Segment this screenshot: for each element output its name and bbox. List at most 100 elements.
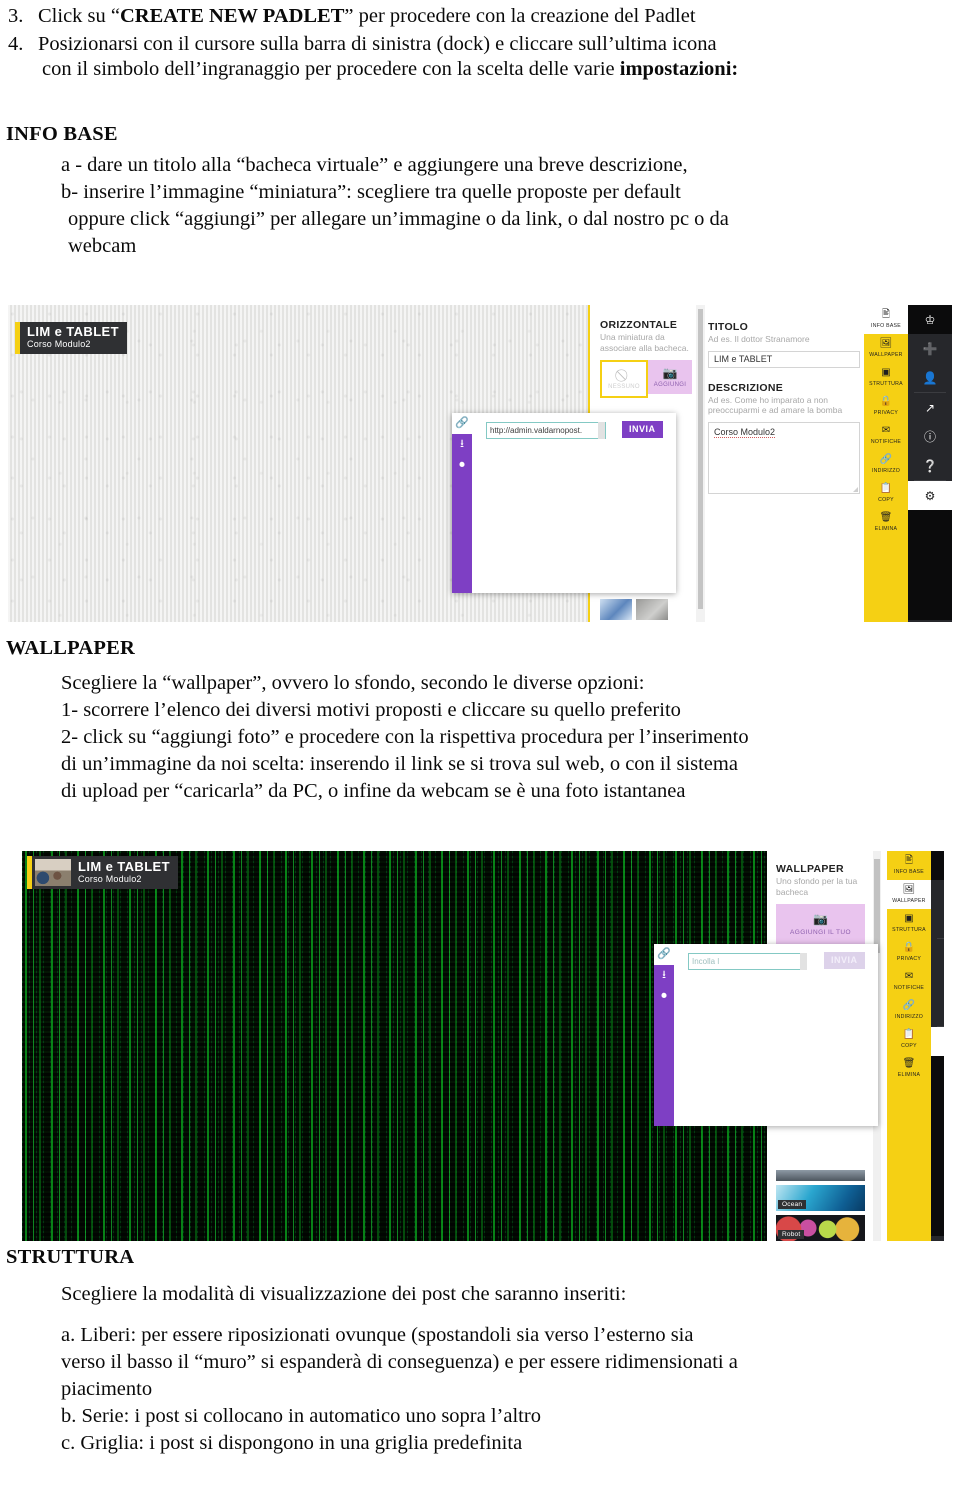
rail-item-wallpaper[interactable]: 🖼 WALLPAPER xyxy=(864,334,908,363)
rail-item-privacy[interactable]: 🔒 PRIVACY xyxy=(864,392,908,421)
titolo-label: TITOLO xyxy=(708,321,749,333)
link-url-input[interactable]: http://admin.valdarnopost. xyxy=(486,422,606,439)
dock2-help-icon[interactable]: ❔ xyxy=(931,997,944,1026)
step4-continuation: con il simbolo dell’ingranaggio per proc… xyxy=(42,57,956,82)
descrizione-hint: Ad es. Come ho imparato a non preoccupar… xyxy=(708,394,843,416)
link-url-input-2[interactable]: Incolla l xyxy=(688,953,806,970)
dock-gear-icon[interactable]: ⚙ xyxy=(908,481,952,510)
webcam-icon[interactable]: ⏺ xyxy=(459,455,465,476)
wallpaper-panel-subtitle: Uno sfondo per la tua bacheca xyxy=(776,876,858,897)
copy-icon: 📋 xyxy=(879,483,893,494)
dock2-filler xyxy=(931,1056,944,1236)
titolo-hint: Ad es. Il dottor Stranamore xyxy=(708,334,810,344)
wallpaper-panel-body: WALLPAPER Uno sfondo per la tua bacheca … xyxy=(776,863,865,944)
rail-item-elimina[interactable]: 🗑 ELIMINA xyxy=(864,508,908,537)
rail2-item-elimina[interactable]: 🗑 ELIMINA xyxy=(887,1054,931,1083)
image-icon: 🖼 xyxy=(902,884,916,895)
thumbnail-option-add[interactable]: 📷 AGGIUNGI xyxy=(648,360,692,394)
wallpaper-thumb-list: Ocean Robot xyxy=(776,1166,865,1241)
rail2-item-indirizzo[interactable]: 🔗 INDIRIZZO xyxy=(887,996,931,1025)
link-icon[interactable]: 🔗 xyxy=(452,413,472,434)
send-button[interactable]: INVIA xyxy=(622,421,663,438)
dock2-gear-icon[interactable]: ⚙ xyxy=(931,1027,944,1056)
upload-icon[interactable]: ⭳ xyxy=(662,965,666,986)
list-item-step3: 3. Click su “CREATE NEW PADLET” per proc… xyxy=(8,4,956,29)
descrizione-value: Corso Modulo2 xyxy=(714,426,776,438)
rail2-item-privacy[interactable]: 🔒 PRIVACY xyxy=(887,938,931,967)
dock2-crown-icon[interactable]: ♔ xyxy=(931,851,944,880)
dock-info-icon[interactable]: ⓘ xyxy=(908,422,952,451)
dock2-share-icon[interactable]: ↗ xyxy=(931,939,944,968)
rail-item-notifiche[interactable]: ✉ NOTIFICHE xyxy=(864,421,908,450)
thumbnail-option-none-label: NESSUNO xyxy=(608,383,640,390)
dock-person-icon[interactable]: 👤 xyxy=(908,363,952,392)
webcam-icon[interactable]: ⏺ xyxy=(661,986,667,1007)
camera-icon: 📷 xyxy=(813,911,828,926)
popover-rail-2: 🔗 ⭳ ⏺ xyxy=(654,944,674,1126)
rail2-label-struttura: STRUTTURA xyxy=(892,927,926,933)
upload-icon[interactable]: ⭳ xyxy=(460,434,464,455)
wallpaper-thumb-robot[interactable]: Robot xyxy=(776,1215,865,1241)
padlet-dock: ♔ ➕ 👤 ↗ ⓘ ❔ ⚙ xyxy=(908,305,952,622)
padlet-dock-2: ♔ ➕ 👤 ↗ ⓘ ❔ ⚙ xyxy=(931,851,944,1241)
link-icon[interactable]: 🔗 xyxy=(654,944,674,965)
rail-item-copy[interactable]: 📋 COPY xyxy=(864,479,908,508)
section-info-base: INFO BASE a - dare un titolo alla “bache… xyxy=(6,123,956,260)
thumbnail-preview-row xyxy=(600,599,668,620)
dock2-info-icon[interactable]: ⓘ xyxy=(931,968,944,997)
struttura-heading: STRUTTURA xyxy=(6,1246,135,1268)
copy-icon: 📋 xyxy=(902,1029,916,1040)
step3-pre: Click su “ xyxy=(38,5,120,27)
rail-item-indirizzo[interactable]: 🔗 INDIRIZZO xyxy=(864,450,908,479)
rail2-item-struttura[interactable]: ▣ STRUTTURA xyxy=(887,909,931,938)
titolo-input[interactable]: LIM e TABLET xyxy=(708,350,860,368)
trash-icon: 🗑 xyxy=(902,1058,916,1069)
panel-scrollbar-thumb[interactable] xyxy=(698,309,703,609)
thumbnail-option-none[interactable]: ⃠ NESSUNO xyxy=(600,360,648,398)
wallpaper-panel-heading: WALLPAPER xyxy=(776,863,844,875)
resize-handle-icon[interactable] xyxy=(853,486,858,492)
panel-scrollbar[interactable] xyxy=(696,305,705,622)
dock-plus-icon[interactable]: ➕ xyxy=(908,334,952,363)
rail-item-info-base[interactable]: 🖹 INFO BASE xyxy=(864,305,908,334)
step-text: Click su “CREATE NEW PADLET” per procede… xyxy=(38,4,956,29)
wallpaper-panel-scrollbar-thumb[interactable] xyxy=(874,859,880,953)
wallpaper-thumb-city[interactable] xyxy=(776,1170,865,1181)
rail2-item-wallpaper[interactable]: 🖼 WALLPAPER xyxy=(887,880,931,909)
struttura-line-b: b. Serie: i post si collocano in automat… xyxy=(61,1405,541,1427)
link-icon: 🔗 xyxy=(879,454,893,465)
input-grip xyxy=(598,422,605,439)
wallpaper-heading: WALLPAPER xyxy=(6,637,135,659)
thumbnail-preview-gray[interactable] xyxy=(636,599,668,620)
rail2-item-notifiche[interactable]: ✉ NOTIFICHE xyxy=(887,967,931,996)
send-button-2[interactable]: INVIA xyxy=(824,952,865,969)
struttura-line-a3: piacimento xyxy=(61,1378,153,1400)
wallpaper-line-3: 2- click su “aggiungi foto” e procedere … xyxy=(61,726,749,748)
popover-content-2: Incolla l INVIA xyxy=(674,944,878,1126)
wallpaper-thumb-ocean[interactable]: Ocean xyxy=(776,1185,865,1211)
step3-bold: CREATE NEW PADLET xyxy=(120,5,345,27)
dock2-person-icon[interactable]: 👤 xyxy=(931,909,944,938)
screenshot-info-base: LIM e TABLET Corso Modulo2 ORIZZONTALE U… xyxy=(8,305,952,622)
descrizione-textarea[interactable]: Corso Modulo2 xyxy=(708,421,860,494)
link-popover-2: 🔗 ⭳ ⏺ Incolla l INVIA xyxy=(654,944,878,1126)
thumbnail-preview-globe[interactable] xyxy=(600,599,632,620)
rail-label-elimina: ELIMINA xyxy=(874,526,898,532)
wallpaper-add-own-button[interactable]: 📷 AGGIUNGI IL TUO xyxy=(776,904,865,944)
rail-label-struttura: STRUTTURA xyxy=(869,381,903,387)
rail2-item-copy[interactable]: 📋 COPY xyxy=(887,1025,931,1054)
dock-share-icon[interactable]: ↗ xyxy=(908,393,952,422)
rail-item-struttura[interactable]: ▣ STRUTTURA xyxy=(864,363,908,392)
board-logo-text: LIM e TABLET Corso Modulo2 xyxy=(20,322,127,354)
rail2-label-indirizzo: INDIRIZZO xyxy=(894,1014,924,1020)
bell-icon: ✉ xyxy=(904,971,914,982)
wallpaper-line-2: 1- scorrere l’elenco dei diversi motivi … xyxy=(61,699,681,721)
rail2-item-info-base[interactable]: 🖹 INFO BASE xyxy=(887,851,931,880)
dock-help-icon[interactable]: ❔ xyxy=(908,451,952,480)
thumbnail-options: ⃠ NESSUNO 📷 AGGIUNGI xyxy=(600,360,692,398)
thumbnail-option-add-label: AGGIUNGI xyxy=(653,381,687,388)
dock-crown-icon[interactable]: ♔ xyxy=(908,305,952,334)
rail2-label-privacy: PRIVACY xyxy=(896,956,922,962)
dock2-plus-icon[interactable]: ➕ xyxy=(931,880,944,909)
info-base-line-2: b- inserire l’immagine “miniatura”: sceg… xyxy=(61,181,681,203)
